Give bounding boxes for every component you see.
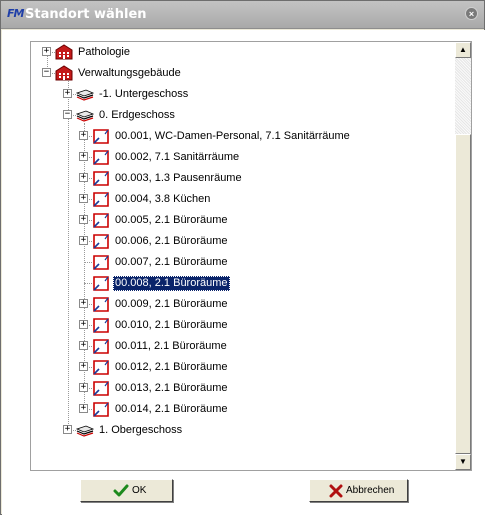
tree-expander[interactable]: + <box>79 383 88 392</box>
cancel-button-label: Abbrechen <box>346 485 395 496</box>
tree-node-label[interactable]: 00.002, 7.1 Sanitärräume <box>113 150 241 165</box>
tree-node-label[interactable]: 1. Obergeschoss <box>97 423 184 438</box>
cancel-button[interactable]: Abbrechen <box>309 479 408 502</box>
location-tree: + Pathologie − Verwaltungsgebäude + -1. Unter… <box>31 42 455 470</box>
scroll-down-button[interactable]: ▼ <box>455 454 471 470</box>
tree-expander[interactable]: + <box>79 320 88 329</box>
tree-expander[interactable]: + <box>79 194 88 203</box>
tree-expander[interactable]: + <box>79 341 88 350</box>
tree-expander[interactable]: + <box>79 299 88 308</box>
tree-expander[interactable]: + <box>79 362 88 371</box>
tree-node-label[interactable]: Verwaltungsgebäude <box>76 66 183 81</box>
tree-node-label[interactable]: 0. Erdgeschoss <box>97 108 177 123</box>
room-icon <box>93 276 109 291</box>
fm-app-icon: FM <box>7 7 24 20</box>
building-icon <box>55 44 73 60</box>
floor-icon <box>76 425 94 437</box>
tree-expander[interactable]: + <box>63 89 72 98</box>
tree-expander[interactable]: + <box>79 236 88 245</box>
room-icon <box>93 318 109 333</box>
tree-node-label[interactable]: 00.004, 3.8 Küchen <box>113 192 212 207</box>
tree-node-label[interactable]: Pathologie <box>76 45 132 60</box>
tree-expander[interactable]: + <box>79 404 88 413</box>
tree-node-label[interactable]: -1. Untergeschoss <box>97 87 190 102</box>
floor-icon <box>76 110 94 122</box>
close-button[interactable]: × <box>465 7 478 20</box>
cross-icon <box>329 484 343 498</box>
room-icon <box>93 360 109 375</box>
room-icon <box>93 150 109 165</box>
tree-node-label[interactable]: 00.007, 2.1 Büroräume <box>113 255 230 270</box>
tree-node-label[interactable]: 00.008, 2.1 Büroräume <box>113 276 230 291</box>
title-bar[interactable]: FM Standort wählen × <box>1 1 484 29</box>
tree-expander[interactable]: − <box>42 68 51 77</box>
tree-expander[interactable]: + <box>79 131 88 140</box>
tree-expander[interactable]: + <box>79 215 88 224</box>
room-icon <box>93 402 109 417</box>
tree-node-label[interactable]: 00.006, 2.1 Büroräume <box>113 234 230 249</box>
room-icon <box>93 297 109 312</box>
check-icon <box>113 484 129 497</box>
scroll-up-button[interactable]: ▲ <box>455 42 471 58</box>
tree-expander[interactable]: + <box>63 425 72 434</box>
tree-guide-line <box>68 81 69 430</box>
tree-node-label[interactable]: 00.010, 2.1 Büroräume <box>113 318 230 333</box>
tree-node-label[interactable]: 00.011, 2.1 Büroräume <box>113 339 229 354</box>
tree-expander[interactable]: + <box>79 173 88 182</box>
room-icon <box>93 129 109 144</box>
tree-expander[interactable]: + <box>42 47 51 56</box>
dialog-title: Standort wählen <box>25 7 147 22</box>
tree-node-label[interactable]: 00.001, WC-Damen-Personal, 7.1 Sanitärrä… <box>113 129 352 144</box>
ok-button[interactable]: OK <box>80 479 173 502</box>
dialog-content: + Pathologie − Verwaltungsgebäude + -1. Unter… <box>2 30 485 515</box>
room-icon <box>93 339 109 354</box>
scroll-track[interactable] <box>455 58 471 454</box>
tree-node-label[interactable]: 00.005, 2.1 Büroräume <box>113 213 230 228</box>
location-tree-panel: + Pathologie − Verwaltungsgebäude + -1. Unter… <box>30 41 472 471</box>
ok-button-label: OK <box>132 485 147 496</box>
room-icon <box>93 213 109 228</box>
tree-node-label[interactable]: 00.009, 2.1 Büroräume <box>113 297 230 312</box>
tree-node-label[interactable]: 00.012, 2.1 Büroräume <box>113 360 230 375</box>
tree-guide-line <box>84 262 92 263</box>
vertical-scrollbar[interactable]: ▲ ▼ <box>455 42 471 470</box>
scroll-thumb[interactable] <box>455 134 471 454</box>
tree-expander[interactable]: + <box>79 152 88 161</box>
room-icon <box>93 381 109 396</box>
floor-icon <box>76 89 94 101</box>
tree-expander[interactable]: − <box>63 110 72 119</box>
building-icon <box>55 65 73 81</box>
room-icon <box>93 255 109 270</box>
room-icon <box>93 234 109 249</box>
dialog-window: FM Standort wählen × + Pathologie − Verwalt… <box>0 0 485 515</box>
room-icon <box>93 171 109 186</box>
tree-node-label[interactable]: 00.003, 1.3 Pausenräume <box>113 171 244 186</box>
tree-node-label[interactable]: 00.014, 2.1 Büroräume <box>113 402 230 417</box>
tree-guide-line <box>84 283 92 284</box>
room-icon <box>93 192 109 207</box>
tree-node-label[interactable]: 00.013, 2.1 Büroräume <box>113 381 230 396</box>
